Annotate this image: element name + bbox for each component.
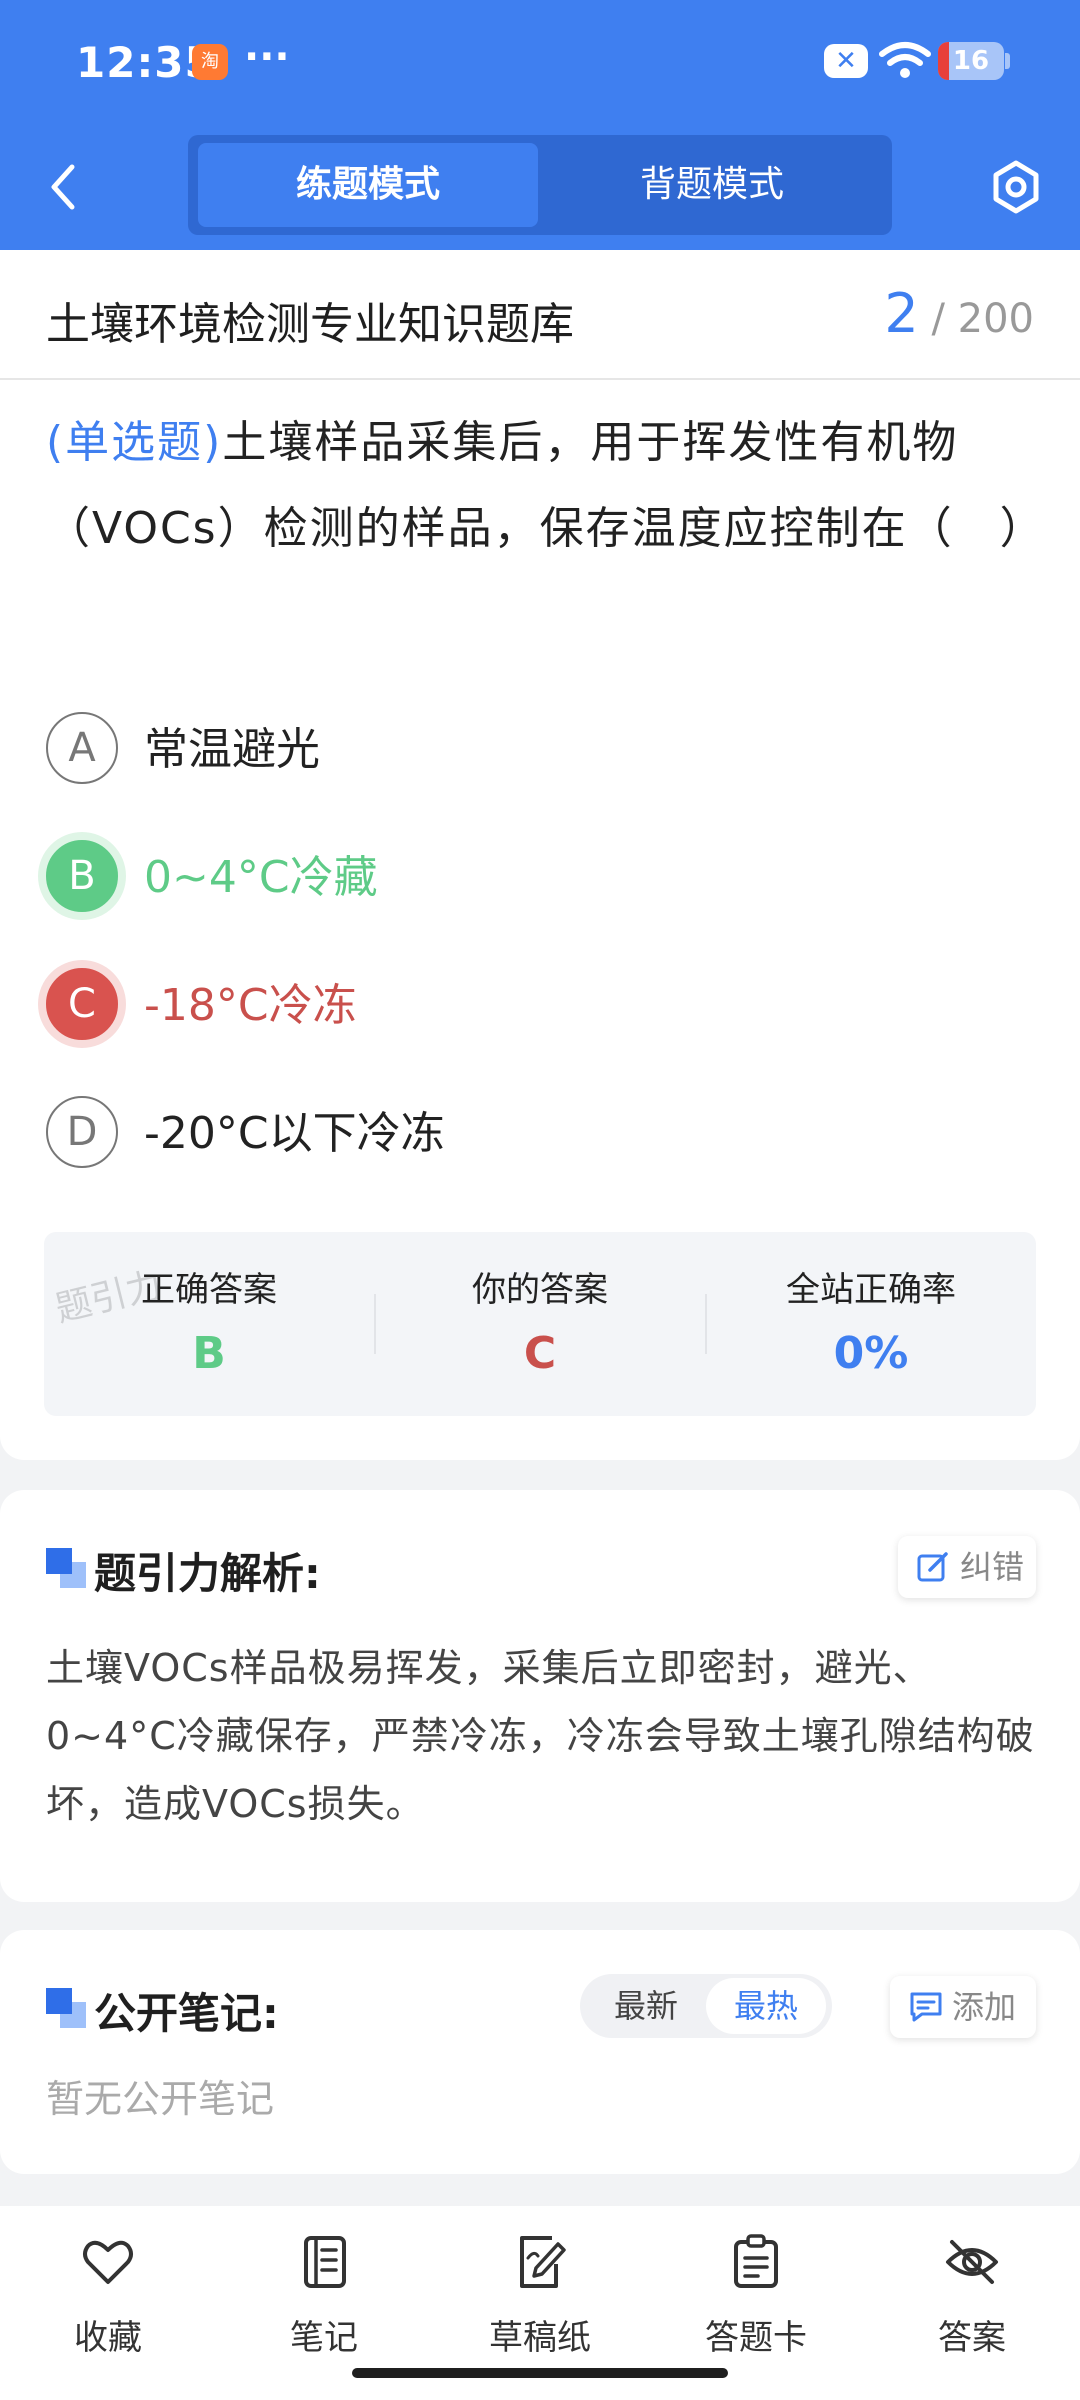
option-text: 常温避光 xyxy=(144,724,320,775)
mode-switch: 练题模式 背题模式 xyxy=(188,135,892,235)
nav-bar: 练题模式 背题模式 xyxy=(0,125,1080,250)
stat-value: B xyxy=(192,1328,226,1379)
stat-value: C xyxy=(523,1328,557,1379)
analysis-card: 题引力解析: 纠错 土壤VOCs样品极易挥发，采集后立即密封，避光、0~4°C冷… xyxy=(0,1490,1080,1902)
wifi-icon xyxy=(879,42,931,78)
analysis-text: 土壤VOCs样品极易挥发，采集后立即密封，避光、0~4°C冷藏保存，严禁冷冻，冷… xyxy=(46,1646,1035,1826)
heart-icon xyxy=(83,2240,133,2284)
question-card: 土壤环境检测专业知识题库 2 / 200 (单选题)土壤样品采集后，用于挥发性有… xyxy=(0,250,1080,1460)
question-text: (单选题)土壤样品采集后，用于挥发性有机物（VOCs）检测的样品，保存温度应控制… xyxy=(46,400,1044,572)
stat-label: 全站正确率 xyxy=(786,1270,956,1310)
battery-tip xyxy=(1005,53,1010,69)
option-letter: B xyxy=(46,840,118,912)
notes-sort-toggle: 最新 最热 xyxy=(580,1974,832,2038)
option-text: -18°C冷冻 xyxy=(144,980,357,1031)
nav-label: 答题卡 xyxy=(705,2318,807,2358)
nav-show-answer[interactable]: 答案 xyxy=(892,2226,1052,2358)
battery-level: 16 xyxy=(952,46,990,76)
sort-hot-button[interactable]: 最热 xyxy=(706,1978,826,2034)
answer-card-icon xyxy=(734,2234,778,2288)
battery-icon: 16 xyxy=(938,42,1004,80)
total-questions: / 200 xyxy=(931,296,1034,342)
option-text: 0~4°C冷藏 xyxy=(144,852,378,903)
option-b[interactable]: B 0~4°C冷藏 xyxy=(46,840,946,914)
report-error-label: 纠错 xyxy=(960,1548,1025,1586)
tab-practice-mode[interactable]: 练题模式 xyxy=(198,143,538,227)
question-type: (单选题) xyxy=(46,417,223,468)
nav-notes[interactable]: 笔记 xyxy=(244,2226,404,2358)
add-note-button[interactable]: 添加 xyxy=(890,1976,1036,2038)
nav-label: 答案 xyxy=(938,2318,1006,2358)
current-question-number: 2 xyxy=(884,282,919,345)
nav-favorite[interactable]: 收藏 xyxy=(28,2226,188,2358)
nav-label: 草稿纸 xyxy=(489,2318,591,2358)
comment-icon xyxy=(910,1992,942,2022)
divider xyxy=(0,378,1080,380)
question-progress: 2 / 200 xyxy=(884,282,1034,345)
answer-stats: 题引力 正确答案 B 你的答案 C 全站正确率 0% xyxy=(44,1232,1036,1416)
stat-value: 0% xyxy=(833,1328,909,1379)
section-square-icon xyxy=(46,1548,86,1588)
stat-label: 你的答案 xyxy=(472,1270,608,1310)
empty-notes-text: 暂无公开笔记 xyxy=(46,2077,275,2121)
option-text: -20°C以下冷冻 xyxy=(144,1108,445,1159)
stat-site-accuracy: 全站正确率 0% xyxy=(706,1232,1036,1416)
taobao-app-icon: 淘 xyxy=(192,44,228,80)
top-header: 12:35 淘 ··· ✕ 16 练题模式 背题模式 xyxy=(0,0,1080,250)
no-sim-icon: ✕ xyxy=(824,44,868,78)
edit-icon xyxy=(917,1552,948,1582)
status-bar: 12:35 淘 ··· ✕ 16 xyxy=(0,0,1080,125)
home-indicator[interactable] xyxy=(352,2368,728,2378)
nav-draft[interactable]: 草稿纸 xyxy=(460,2226,620,2358)
more-notifications-icon: ··· xyxy=(244,34,290,80)
question-bank-title: 土壤环境检测专业知识题库 xyxy=(46,299,574,350)
nav-label: 笔记 xyxy=(290,2318,358,2358)
option-letter: C xyxy=(46,968,118,1040)
report-error-button[interactable]: 纠错 xyxy=(898,1536,1036,1598)
stat-correct-answer: 正确答案 B xyxy=(44,1232,374,1416)
option-letter: A xyxy=(46,712,118,784)
notes-title: 公开笔记: xyxy=(94,1989,279,2038)
back-arrow-icon[interactable] xyxy=(34,155,94,219)
eye-off-icon xyxy=(946,2240,998,2284)
option-c[interactable]: C -18°C冷冻 xyxy=(46,968,946,1042)
option-a[interactable]: A 常温避光 xyxy=(46,712,946,786)
public-notes-card: 公开笔记: 最新 最热 添加 暂无公开笔记 xyxy=(0,1930,1080,2174)
nav-answer-card[interactable]: 答题卡 xyxy=(676,2226,836,2358)
sort-latest-button[interactable]: 最新 xyxy=(586,1978,706,2034)
notebook-icon xyxy=(304,2236,346,2288)
analysis-title: 题引力解析: xyxy=(94,1549,321,1598)
section-square-icon xyxy=(46,1988,86,2028)
draft-icon xyxy=(520,2236,566,2288)
add-note-label: 添加 xyxy=(952,1988,1017,2026)
tab-memorize-mode[interactable]: 背题模式 xyxy=(542,143,882,227)
settings-hexagon-icon[interactable] xyxy=(986,155,1046,219)
nav-label: 收藏 xyxy=(74,2318,142,2358)
option-d[interactable]: D -20°C以下冷冻 xyxy=(46,1096,946,1170)
option-letter: D xyxy=(46,1096,118,1168)
stat-your-answer: 你的答案 C xyxy=(375,1232,705,1416)
stat-label: 正确答案 xyxy=(141,1270,277,1310)
